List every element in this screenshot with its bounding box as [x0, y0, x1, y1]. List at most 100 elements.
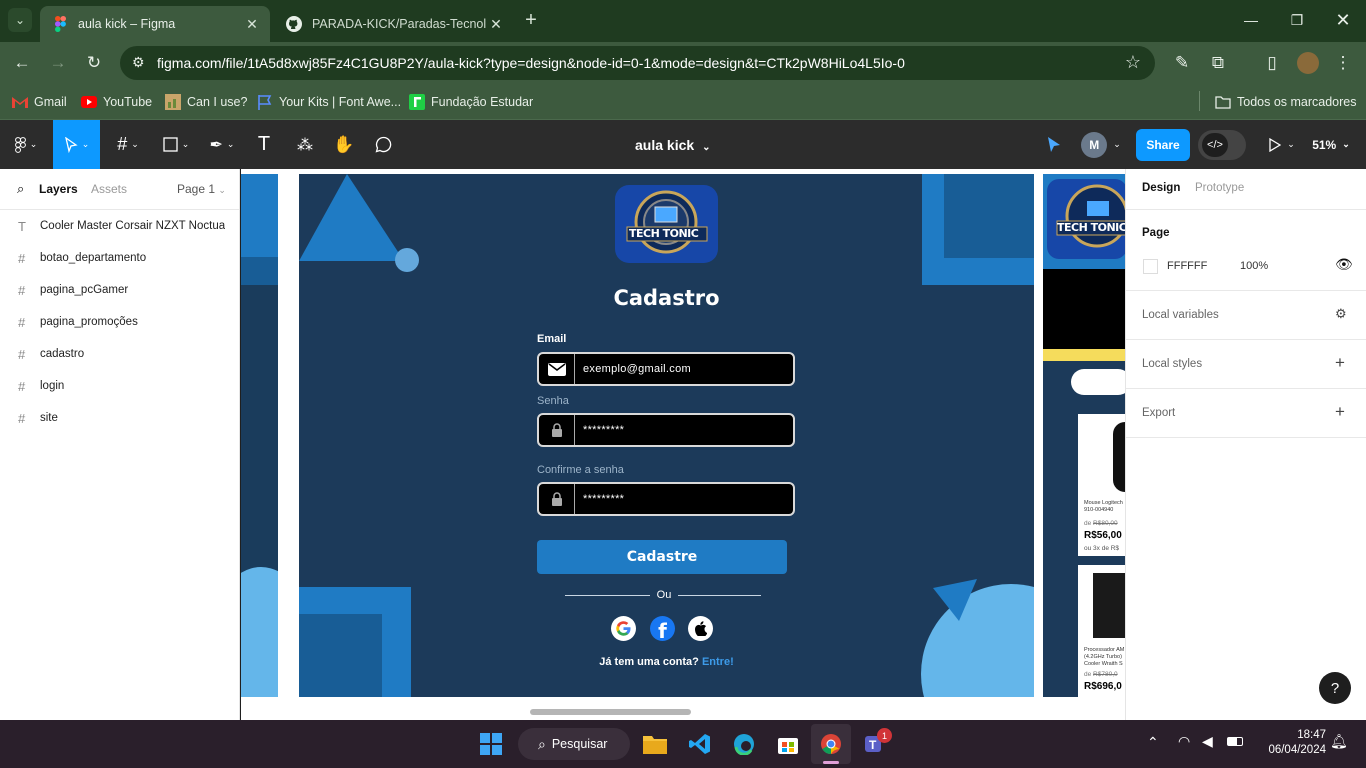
page-opacity-value[interactable]: 100%	[1240, 260, 1268, 272]
product-card-2[interactable]: Processador AM (4.2GHz Turbo) Cooler Wra…	[1078, 565, 1125, 697]
facebook-login-button[interactable]: f	[650, 616, 675, 641]
chrome-button[interactable]	[811, 724, 851, 764]
hand-tool[interactable]: ✋	[330, 120, 358, 169]
edge-button[interactable]	[724, 724, 764, 764]
frame-cadastro[interactable]: TECH TONIC Cadastro Email exemplo@gmail.…	[299, 174, 1034, 697]
forward-arrow-icon[interactable]: →	[45, 51, 71, 75]
window-close-button[interactable]: ✕	[1320, 0, 1366, 40]
help-button[interactable]: ?	[1319, 672, 1351, 704]
chevron-up-icon[interactable]: ⌃	[1147, 734, 1159, 751]
shape-tool[interactable]: ⌄	[156, 120, 196, 169]
design-canvas[interactable]: TECH TONIC Cadastro Email exemplo@gmail.…	[241, 169, 1125, 720]
site-settings-icon[interactable]: ⚙	[132, 54, 145, 71]
move-tool[interactable]: ⌄	[53, 120, 100, 169]
page-color-value[interactable]: FFFFFF	[1167, 260, 1207, 272]
tab-figma[interactable]: aula kick – Figma ✕	[40, 6, 270, 42]
wifi-icon[interactable]: ◠	[1178, 733, 1190, 750]
bell-icon[interactable]: 🔔︎	[1330, 733, 1348, 750]
layer-frame[interactable]: # login	[0, 370, 239, 402]
clock[interactable]: 18:47 06/04/2024	[1256, 728, 1326, 758]
product-name: Mouse Logitech	[1084, 500, 1123, 506]
user-avatar-menu[interactable]: M ⌄	[1080, 120, 1122, 169]
restore-button[interactable]: ❐	[1274, 0, 1320, 40]
address-bar[interactable]: ⚙ figma.com/file/1tA5d8xwj85Fz4C1GU8P2Y/…	[120, 46, 1155, 80]
start-button[interactable]	[471, 724, 511, 764]
side-panel-icon[interactable]: ▯	[1259, 51, 1285, 75]
star-icon[interactable]: ☆	[1125, 52, 1141, 73]
google-login-button[interactable]	[611, 616, 636, 641]
share-button[interactable]: Share	[1136, 129, 1190, 161]
bookmark-fontawesome[interactable]: Your Kits | Font Awe...	[257, 92, 401, 112]
bookmark-gmail[interactable]: Gmail	[12, 92, 67, 112]
extensions-icon[interactable]: ⧉	[1205, 51, 1231, 75]
zoom-menu[interactable]: 51% ⌄	[1306, 120, 1356, 169]
layer-text[interactable]: T Cooler Master Corsair NZXT Noctua	[0, 210, 239, 242]
local-styles-section[interactable]: Local styles +	[1126, 340, 1366, 389]
battery-icon[interactable]	[1227, 737, 1243, 746]
submit-button[interactable]: Cadastre	[537, 540, 787, 574]
all-bookmarks[interactable]: Todos os marcadores	[1215, 92, 1357, 112]
frame-partial-right[interactable]: TECH TONIC Mouse Logitech 910-004940 de …	[1043, 174, 1125, 697]
figma-main-menu[interactable]: ⌄	[8, 120, 44, 169]
layer-frame[interactable]: # pagina_pcGamer	[0, 274, 239, 306]
prototype-tab[interactable]: Prototype	[1195, 182, 1244, 194]
design-tab[interactable]: Design	[1142, 182, 1180, 194]
close-icon[interactable]: ✕	[486, 16, 506, 33]
tab-search-button[interactable]: ⌄	[8, 8, 32, 32]
frame-tool[interactable]: # ⌄	[108, 120, 148, 169]
present-button[interactable]: ⌄	[1262, 120, 1302, 169]
volume-icon[interactable]: ◀	[1202, 733, 1213, 750]
login-link[interactable]: Entre!	[702, 656, 734, 668]
eyedropper-icon[interactable]: ✎	[1169, 51, 1195, 75]
confirm-password-field[interactable]: *********	[537, 482, 795, 516]
taskbar-search[interactable]: ⌕ Pesquisar	[518, 728, 630, 760]
bookmark-fundacao[interactable]: Fundação Estudar	[409, 92, 533, 112]
vscode-button[interactable]	[680, 724, 720, 764]
cursor-icon	[64, 136, 78, 153]
new-tab-button[interactable]: +	[520, 10, 542, 32]
password-field[interactable]: *********	[537, 413, 795, 447]
observe-cursor[interactable]	[1040, 120, 1068, 169]
text-tool[interactable]: T	[250, 120, 278, 169]
close-icon[interactable]: ✕	[242, 16, 262, 33]
add-icon[interactable]: +	[1335, 402, 1345, 422]
settings-icon[interactable]: ⚙	[1335, 306, 1347, 322]
email-field[interactable]: exemplo@gmail.com	[537, 352, 795, 386]
bookmark-caniuse[interactable]: Can I use?	[165, 92, 247, 112]
tab-github[interactable]: PARADA-KICK/Paradas-Tecnolo ✕	[274, 6, 514, 42]
eye-icon[interactable]: 👁	[1335, 256, 1353, 273]
layers-tab[interactable]: Layers	[39, 182, 78, 196]
assets-tab[interactable]: Assets	[91, 182, 127, 196]
reload-icon[interactable]: ↻	[81, 51, 107, 75]
apple-login-button[interactable]	[688, 616, 713, 641]
color-swatch[interactable]	[1143, 259, 1158, 274]
add-icon[interactable]: +	[1335, 353, 1345, 373]
bookmark-youtube[interactable]: YouTube	[81, 92, 152, 112]
store-button[interactable]	[768, 724, 808, 764]
youtube-icon	[81, 94, 97, 110]
horizontal-scrollbar[interactable]	[530, 709, 691, 715]
layer-frame[interactable]: # site	[0, 402, 239, 434]
taskbar-search-label: Pesquisar	[551, 737, 608, 751]
profile-avatar[interactable]	[1295, 51, 1321, 75]
gmail-icon	[12, 94, 28, 110]
frame-partial-left[interactable]	[241, 174, 278, 697]
page-selector[interactable]: Page 1 ⌄	[177, 182, 226, 196]
price: R$56,00	[1084, 530, 1122, 541]
back-arrow-icon[interactable]: ←	[9, 51, 35, 75]
search-icon[interactable]: ⌕	[17, 181, 24, 197]
file-explorer-button[interactable]	[635, 724, 675, 764]
comment-tool[interactable]	[369, 120, 397, 169]
export-section[interactable]: Export +	[1126, 389, 1366, 438]
local-variables-section[interactable]: Local variables ⚙	[1126, 291, 1366, 340]
layer-frame[interactable]: # pagina_promoções	[0, 306, 239, 338]
menu-icon[interactable]: ⋮	[1330, 51, 1356, 75]
pen-tool[interactable]: ✒ ⌄	[202, 120, 242, 169]
product-card-1[interactable]: Mouse Logitech 910-004940 de R$80,00 R$5…	[1078, 414, 1125, 556]
resources-tool[interactable]: ⁂	[291, 120, 319, 169]
dev-mode-toggle[interactable]: </>	[1198, 130, 1246, 160]
layer-frame[interactable]: # botao_departamento	[0, 242, 239, 274]
layer-frame[interactable]: # cadastro	[0, 338, 239, 370]
minimize-button[interactable]: —	[1228, 0, 1274, 40]
file-title[interactable]: aula kick ⌄	[635, 137, 711, 153]
